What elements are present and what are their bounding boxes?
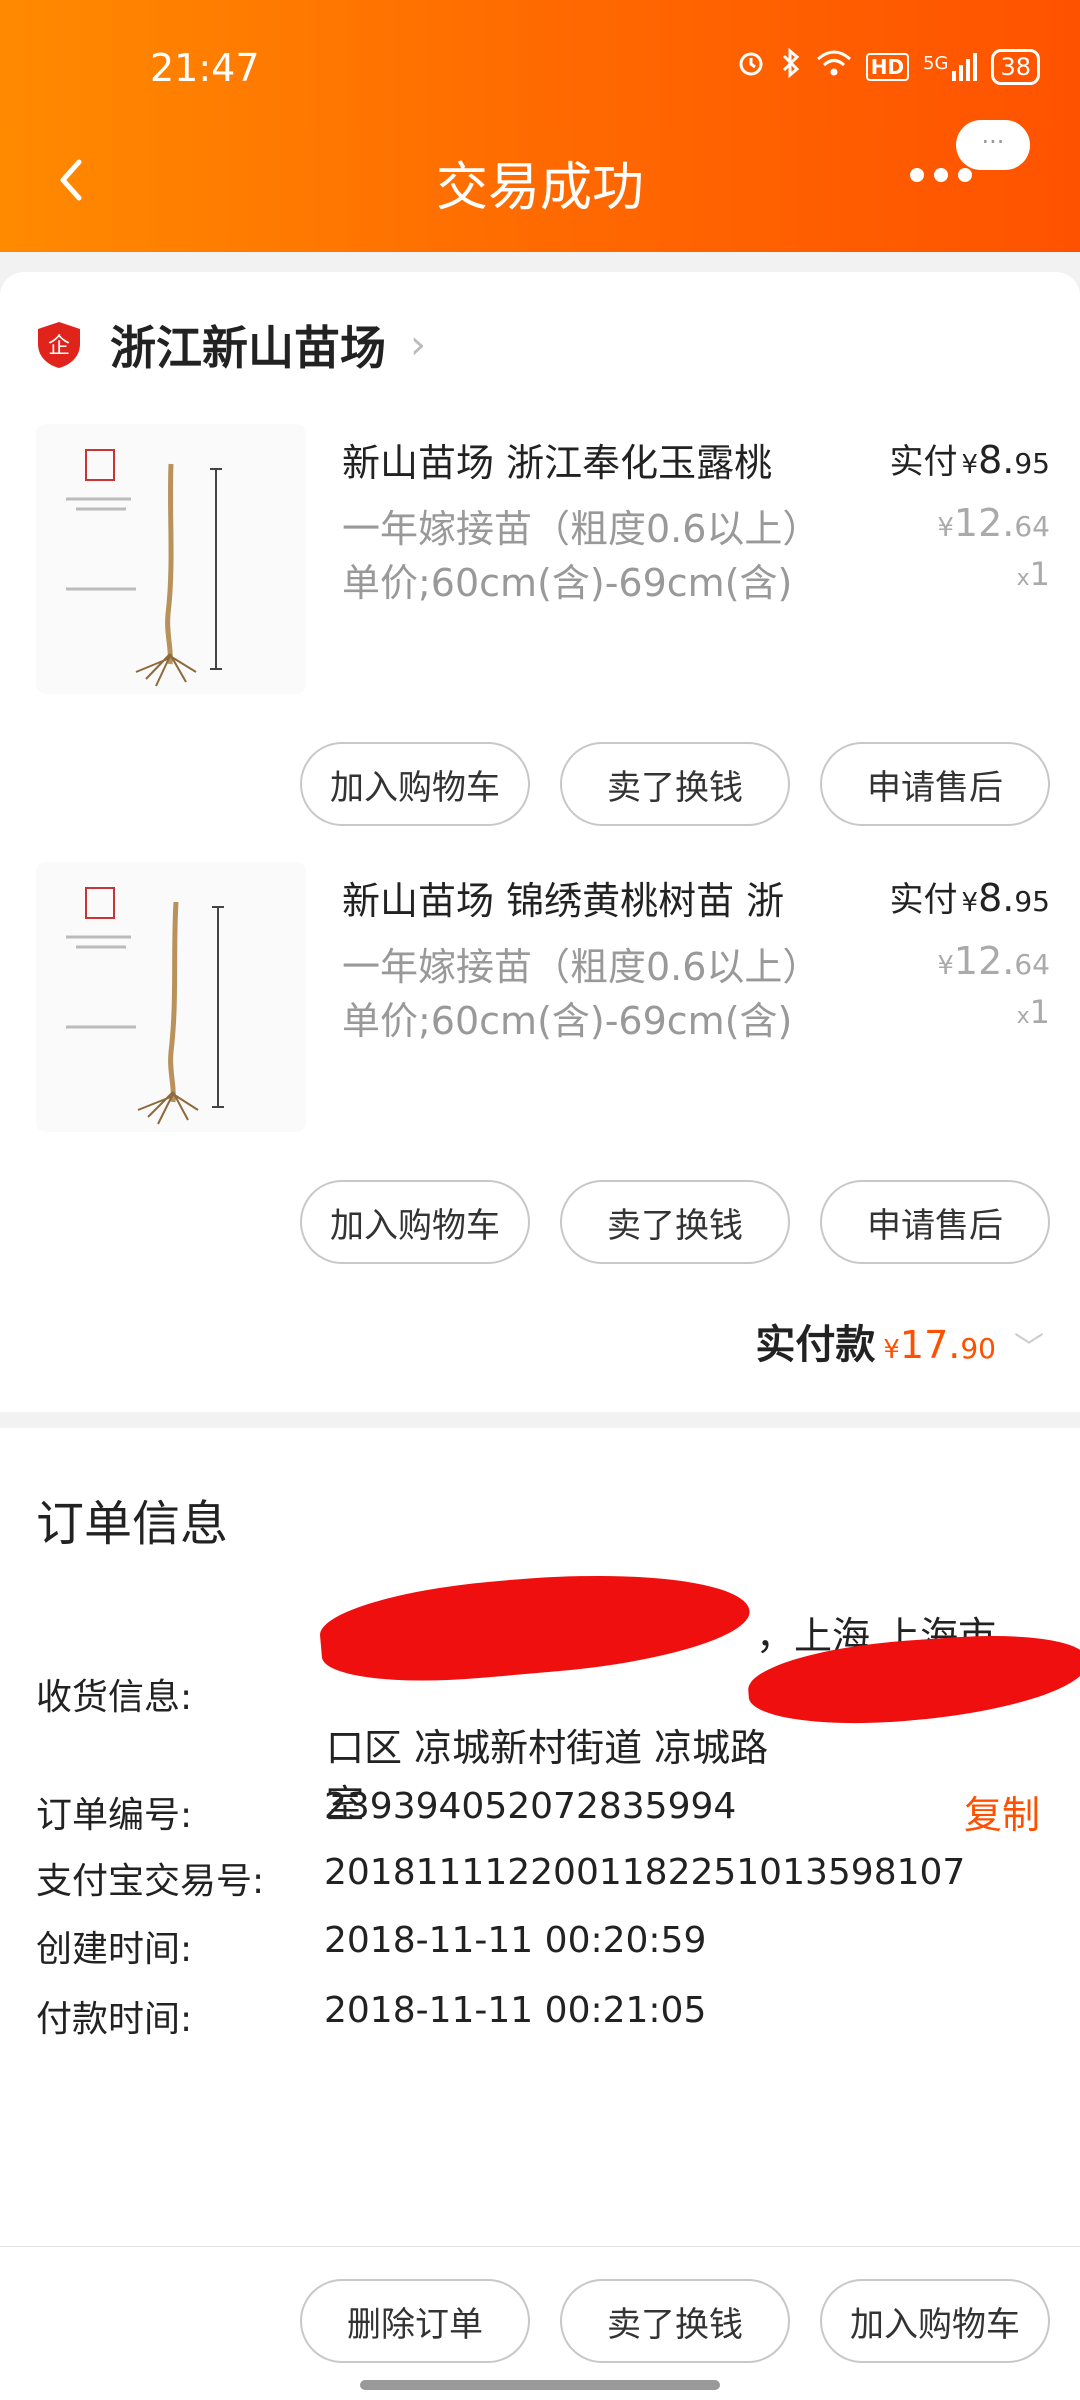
item-title[interactable]: 新山苗场 锦绣黄桃树苗 浙 — [342, 870, 842, 925]
currency-symbol: ¥ — [937, 951, 954, 981]
resell-button[interactable]: 卖了换钱 — [560, 1180, 790, 1264]
original-price: ¥12.64 — [890, 501, 1050, 545]
orig-int: 12. — [953, 939, 1015, 983]
shop-row[interactable]: 企 浙江新山苗场 › — [36, 312, 426, 378]
shop-name[interactable]: 浙江新山苗场 — [110, 312, 386, 378]
paid-dec: 95 — [1014, 447, 1050, 480]
enterprise-badge-icon: 企 — [38, 322, 80, 368]
alipay-number: 2018111122001182251013598107 — [324, 1852, 966, 1893]
status-icons: HD 5G 38 — [736, 47, 1040, 86]
original-price: ¥12.64 — [890, 939, 1050, 983]
chevron-down-icon[interactable]: ﹀ — [1014, 1323, 1044, 1367]
wifi-icon — [816, 49, 852, 85]
qty-value: 1 — [1029, 555, 1050, 593]
order-info-title: 订单信息 — [36, 1496, 229, 1552]
seedling-image — [36, 862, 306, 1132]
seedling-image — [36, 424, 306, 694]
total-label: 实付款 — [755, 1322, 876, 1368]
address-line-2: 口区 凉城新村街道 凉城路 — [326, 1726, 769, 1770]
badge-text: 企 — [48, 334, 70, 359]
resell-button[interactable]: 卖了换钱 — [560, 2279, 790, 2363]
add-to-cart-button[interactable]: 加入购物车 — [820, 2279, 1050, 2363]
created-time: 2018-11-11 00:20:59 — [324, 1920, 707, 1961]
item-spec: 一年嫁接苗（粗度0.6以上）单价;60cm(含)-69cm(含) — [342, 945, 802, 1043]
order-card: 企 浙江新山苗场 › 新山苗场 浙江奉化玉露桃 一年嫁接苗（粗度0.6以上）单价… — [0, 272, 1080, 1412]
order-number-label: 订单编号: — [36, 1795, 193, 1836]
paid-price: 实付 ¥8.95 — [890, 434, 1050, 483]
item-title[interactable]: 新山苗场 浙江奉化玉露桃 — [342, 432, 842, 487]
order-item[interactable]: 新山苗场 浙江奉化玉露桃 一年嫁接苗（粗度0.6以上）单价;60cm(含)-69… — [0, 424, 1080, 862]
address-label: 收货信息: — [36, 1677, 193, 1718]
paid-label: 实付 — [889, 442, 958, 482]
order-number: 239394052072835994 — [324, 1786, 737, 1827]
after-sales-button[interactable]: 申请售后 — [820, 1180, 1050, 1264]
qty-value: 1 — [1029, 993, 1050, 1031]
bluetooth-icon — [780, 47, 802, 86]
add-to-cart-button[interactable]: 加入购物车 — [300, 742, 530, 826]
currency-symbol: ¥ — [961, 450, 979, 480]
copy-button[interactable]: 复制 — [964, 1784, 1040, 1839]
item-actions: 加入购物车 卖了换钱 申请售后 — [300, 742, 1050, 826]
more-button[interactable]: ··· — [910, 120, 1030, 200]
quantity: x1 — [890, 555, 1050, 593]
price-column: 实付 ¥8.95 ¥12.64 x1 — [890, 872, 1050, 1031]
after-sales-button[interactable]: 申请售后 — [820, 742, 1050, 826]
orig-int: 12. — [953, 501, 1015, 545]
bottom-actions: 删除订单 卖了换钱 加入购物车 — [300, 2279, 1050, 2363]
hd-icon: HD — [865, 53, 910, 81]
resell-button[interactable]: 卖了换钱 — [560, 742, 790, 826]
paid-time: 2018-11-11 00:21:05 — [324, 1990, 707, 2031]
total-paid-row[interactable]: 实付款 ¥ 17. 90 ﹀ — [755, 1312, 1044, 1370]
total-int: 17. — [899, 1323, 961, 1367]
product-image[interactable] — [36, 424, 306, 694]
paid-int: 8. — [978, 876, 1015, 920]
order-item[interactable]: 新山苗场 锦绣黄桃树苗 浙 一年嫁接苗（粗度0.6以上）单价;60cm(含)-6… — [0, 862, 1080, 1300]
orig-dec: 64 — [1014, 510, 1050, 543]
paid-dec: 95 — [1014, 885, 1050, 918]
currency-symbol: ¥ — [961, 888, 979, 918]
paid-label: 实付 — [889, 880, 958, 920]
add-to-cart-button[interactable]: 加入购物车 — [300, 1180, 530, 1264]
total-dec: 90 — [960, 1332, 996, 1365]
paid-price: 实付 ¥8.95 — [890, 872, 1050, 921]
paid-int: 8. — [978, 438, 1015, 482]
order-info-section: 订单信息 收货信息: ，上海 上海市 虹 口区 凉城新村街道 凉城路 室 订单编… — [0, 1428, 1080, 2258]
network-type: 5G — [923, 53, 949, 74]
alipay-label: 支付宝交易号: — [36, 1861, 265, 1902]
product-image[interactable] — [36, 862, 306, 1132]
home-indicator[interactable] — [360, 2380, 720, 2390]
message-bubble-icon: ··· — [956, 120, 1030, 170]
qty-x: x — [1016, 566, 1030, 591]
qty-x: x — [1016, 1004, 1030, 1029]
chevron-right-icon: › — [410, 322, 426, 368]
more-dots-icon — [910, 168, 972, 182]
bottom-action-bar: 删除订单 卖了换钱 加入购物车 — [0, 2246, 1080, 2400]
battery-icon: 38 — [991, 49, 1040, 85]
item-actions: 加入购物车 卖了换钱 申请售后 — [300, 1180, 1050, 1264]
signal-icon: 5G — [923, 53, 978, 81]
status-time: 21:47 — [150, 46, 260, 90]
quantity: x1 — [890, 993, 1050, 1031]
item-spec: 一年嫁接苗（粗度0.6以上）单价;60cm(含)-69cm(含) — [342, 507, 802, 605]
delete-order-button[interactable]: 删除订单 — [300, 2279, 530, 2363]
currency-symbol: ¥ — [883, 1335, 900, 1365]
price-column: 实付 ¥8.95 ¥12.64 x1 — [890, 434, 1050, 593]
alarm-icon — [736, 48, 766, 86]
orig-dec: 64 — [1014, 948, 1050, 981]
currency-symbol: ¥ — [937, 513, 954, 543]
paid-time-label: 付款时间: — [36, 1999, 193, 2040]
header: 21:47 HD 5G 38 交易成功 ··· — [0, 0, 1080, 252]
created-label: 创建时间: — [36, 1929, 193, 1970]
